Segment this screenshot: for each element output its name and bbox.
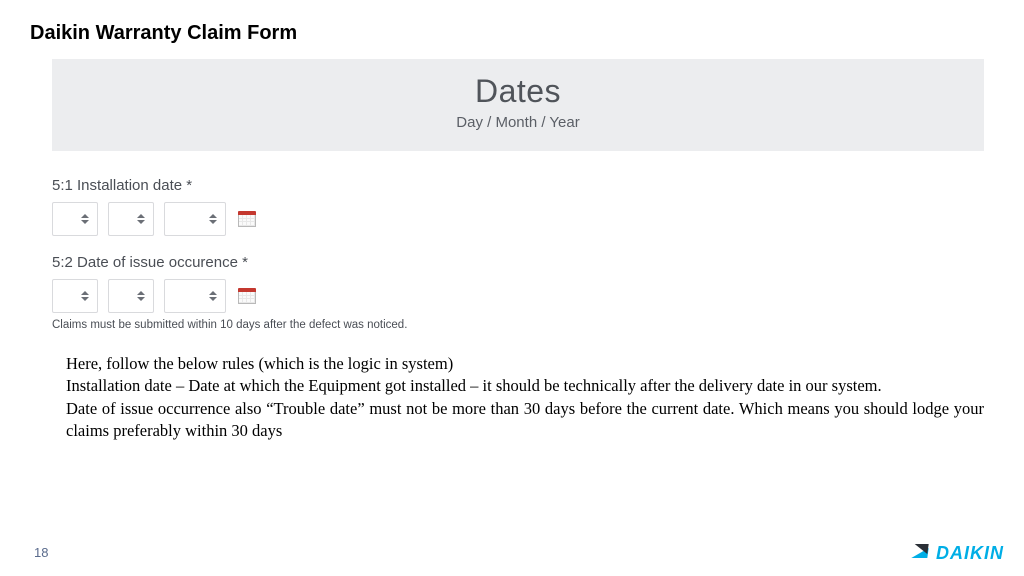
install-day-select[interactable] <box>52 202 98 236</box>
rules-text: Here, follow the below rules (which is t… <box>66 353 984 442</box>
rules-intro: Here, follow the below rules (which is t… <box>66 353 984 375</box>
spinner-icon <box>137 214 145 224</box>
installation-date-field: 5:1 Installation date * <box>52 177 984 236</box>
installation-date-row <box>52 202 984 236</box>
section-title: Dates <box>52 73 984 110</box>
spinner-icon <box>137 291 145 301</box>
calendar-icon[interactable] <box>238 211 256 227</box>
rules-line-1: Installation date – Date at which the Eq… <box>66 375 984 397</box>
issue-day-select[interactable] <box>52 279 98 313</box>
page-number: 18 <box>34 545 48 560</box>
issue-year-select[interactable] <box>164 279 226 313</box>
install-year-select[interactable] <box>164 202 226 236</box>
brand-logo: DAIKIN <box>912 543 1004 564</box>
issue-date-row <box>52 279 984 313</box>
install-month-select[interactable] <box>108 202 154 236</box>
installation-date-label: 5:1 Installation date * <box>52 177 984 194</box>
issue-month-select[interactable] <box>108 279 154 313</box>
spinner-icon <box>209 214 217 224</box>
spinner-icon <box>209 291 217 301</box>
calendar-icon[interactable] <box>238 288 256 304</box>
form-area: Dates Day / Month / Year 5:1 Installatio… <box>52 59 984 331</box>
spinner-icon <box>81 291 89 301</box>
issue-date-label: 5:2 Date of issue occurence * <box>52 254 984 271</box>
issue-date-field: 5:2 Date of issue occurence * Claims mus… <box>52 254 984 331</box>
spinner-icon <box>81 214 89 224</box>
issue-hint-text: Claims must be submitted within 10 days … <box>52 319 984 331</box>
logo-text: DAIKIN <box>936 543 1004 564</box>
section-header: Dates Day / Month / Year <box>52 59 984 151</box>
page-title: Daikin Warranty Claim Form <box>0 0 1024 45</box>
section-subtitle: Day / Month / Year <box>52 114 984 131</box>
logo-mark-icon <box>912 544 932 564</box>
rules-line-2: Date of issue occurrence also “Trouble d… <box>66 398 984 443</box>
